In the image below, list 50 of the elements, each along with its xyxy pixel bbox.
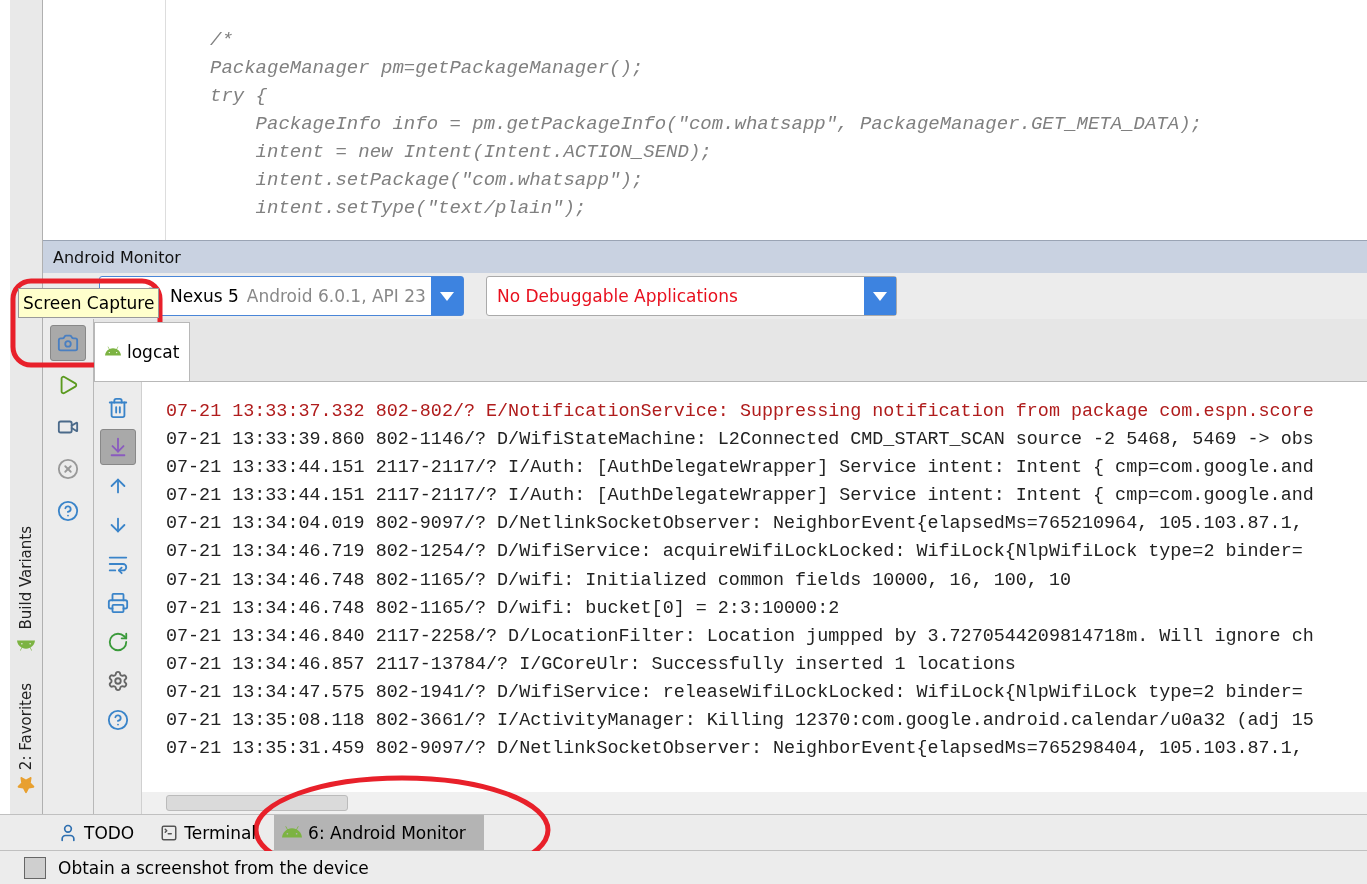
app-dropdown[interactable]: No Debuggable Applications [486,276,897,316]
caret-icon [873,291,887,301]
tool-window-tab[interactable]: Terminal [152,815,275,851]
stop-icon [57,458,79,480]
help-icon [57,500,79,522]
tool-button[interactable] [99,429,136,465]
logcat-tab[interactable]: logcat [94,322,191,381]
log-line: 07-21 13:33:44.151 2117-2117/? I/Auth: [AuthDelegateWrapper] Service intent: Intent { cmp=com.google.and [166,456,1315,481]
tool-window-tab[interactable]: 6: Android Monitor [274,815,484,851]
tooltip: Screen Capture [18,288,160,318]
code-line: intent = new Intent(Intent.ACTION_SEND); [254,140,713,165]
star-icon [17,776,35,795]
settings-icon [106,670,129,692]
printer-icon [106,592,129,614]
side-tool-tab[interactable]: Build Variants [17,525,35,653]
code-line: try { [210,84,268,109]
log-line: 07-21 13:35:31.459 802-9097/? D/NetlinkSocketObserver: NeighborEvent{elapsedMs=765298404, 105.103.87.1, [166,737,1304,762]
log-line: 07-21 13:34:46.857 2117-13784/? I/GCoreUlr: Successfully inserted 1 locations [166,652,1017,677]
log-line: 07-21 13:34:46.840 2117-2258/? D/LocationFilter: Location jumpped by 3.7270544209814718m. Will ignore ch [166,624,1315,649]
log-line: 07-21 13:33:39.860 802-1146/? D/WifiStateMachine: L2Connected CMD_START_SCAN source -2 5468, 5469 -> obs [166,428,1315,453]
dropdown-arrow-button[interactable] [431,277,463,315]
log-line: 07-21 13:33:37.332 802-802/? E/NotificationService: Suppressing notification from package com.espn.score [166,400,1315,424]
log-line: 07-21 13:33:44.151 2117-2117/? I/Auth: [AuthDelegateWrapper] Service intent: Intent { cmp=com.google.and [166,484,1315,509]
dropdown-arrow-button[interactable] [864,277,896,315]
code-line: intent.setType("text/plain"); [254,196,588,221]
code-line: PackageManager pm=getPackageManager(); [210,56,645,81]
trash-icon [106,397,129,419]
side-tab-label: Build Variants [17,525,35,629]
restart-icon [106,631,129,653]
log-line: 07-21 13:35:08.118 802-3661/? I/ActivityManager: Killing 12370:com.google.android.calendar/u0a32 (adj 15 [166,709,1315,734]
side-tool-tab[interactable]: 2: Favorites [17,682,35,795]
scrollbar-thumb[interactable] [166,795,348,812]
caret-icon [440,291,454,301]
log-line: 07-21 13:34:47.575 802-1941/? D/WifiService: releaseWifiLockLocked: WifiLock{NlpWifiLock type=2 binder= [166,680,1304,705]
person-icon [58,822,78,843]
camera-icon [57,332,79,354]
status-icon [24,856,46,879]
help-icon [106,709,129,731]
code-line: intent.setPackage("com.whatsapp"); [254,168,645,193]
tool-window-tab[interactable]: TODO [50,815,153,851]
side-tab-label: 2: Favorites [17,682,35,771]
log-line: 07-21 13:34:46.748 802-1165/? D/wifi: Initialized common fields 10000, 16, 100, 10 [166,568,1072,593]
terminal-icon [160,823,179,842]
log-line: 07-21 13:34:46.719 802-1254/? D/WifiService: acquireWifiLockLocked: WifiLock{NlpWifiLock type=2 binder= [166,540,1304,565]
log-line: 07-21 13:34:04.019 802-9097/? D/NetlinkSocketObserver: NeighborEvent{elapsedMs=765210964, 105.103.87.1, [166,512,1304,537]
panel-title: Android Monitor [43,240,1367,273]
log-line: 07-21 13:34:46.748 802-1165/? D/wifi: bucket[0] = 2:3:10000:2 [166,596,841,621]
code-line: PackageInfo info = pm.getPackageInfo("com.whatsapp", PackageManager.GET_META_DATA); [254,112,1203,137]
status-text: Obtain a screenshot from the device [58,857,369,878]
code-line: /* [210,28,234,53]
